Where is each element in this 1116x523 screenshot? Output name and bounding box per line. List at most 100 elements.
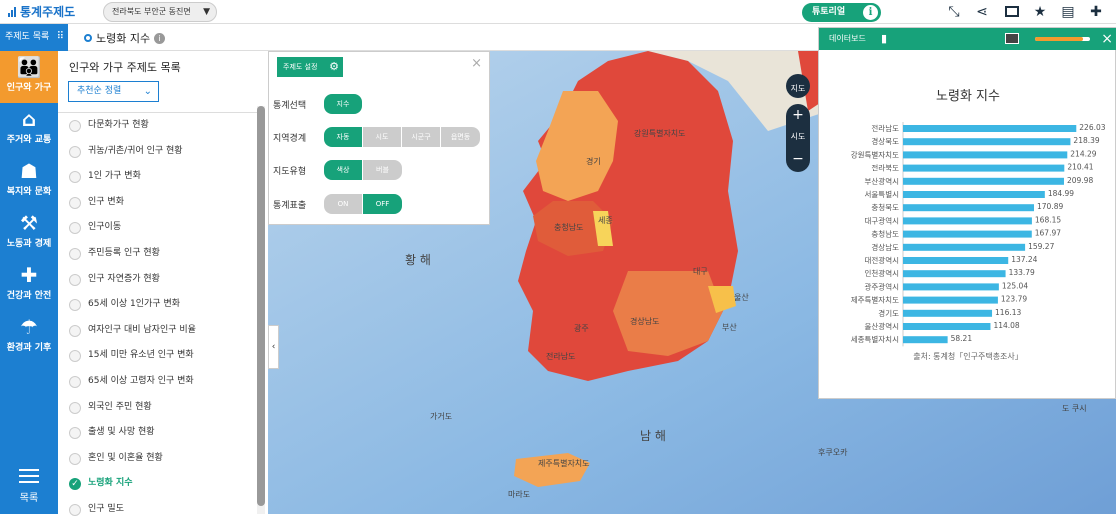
bar[interactable] — [903, 125, 1077, 132]
theme-list-item[interactable]: 다문화가구 현황 — [58, 113, 258, 139]
value-label: 210.41 — [1067, 163, 1093, 172]
settings-option-button[interactable]: OFF — [363, 194, 402, 214]
bar[interactable] — [903, 164, 1065, 172]
settings-tag[interactable]: 주제도 설정 ⚙ — [277, 57, 343, 77]
settings-option-button[interactable]: 버블 — [363, 160, 402, 180]
collapse-panel-button[interactable]: ‹ — [268, 325, 279, 369]
map-label: 광주 — [574, 324, 589, 333]
settings-option-button[interactable]: ON — [324, 194, 363, 214]
zoom-out-button[interactable]: − — [786, 148, 810, 170]
nav-list-button[interactable]: 목록 — [0, 465, 58, 504]
aging-index-chart: 전라남도 226.03 경상북도 218.39 강원특별자치도 214.29 전라북도 210… — [851, 122, 1106, 347]
value-label: 167.97 — [1035, 229, 1061, 238]
settings-option-button[interactable]: 시도 — [363, 127, 402, 147]
theme-list-item[interactable]: 인구 변화 — [58, 190, 258, 216]
nav-environment[interactable]: ☂ 환경과 기후 — [0, 311, 58, 363]
value-label: 137.24 — [1011, 255, 1037, 264]
theme-list-item[interactable]: 귀농/귀촌/귀어 인구 현황 — [58, 139, 258, 165]
settings-option-button[interactable]: 자동 — [324, 127, 363, 147]
radio-icon — [69, 273, 81, 286]
panel-scrollbar[interactable] — [257, 106, 265, 514]
close-icon[interactable]: × — [471, 56, 482, 71]
theme-list-item[interactable]: 65세 이상 고령자 인구 변화 — [58, 369, 258, 395]
settings-option-button[interactable]: 읍면동 — [441, 127, 480, 147]
image-icon[interactable] — [1003, 3, 1021, 21]
bar[interactable] — [903, 217, 1032, 225]
settings-option-button[interactable]: 색상 — [324, 160, 363, 180]
settings-option-button[interactable]: 지수 — [324, 94, 362, 114]
theme-list-label: 혼인 및 이혼율 현황 — [88, 452, 163, 463]
theme-list-label: 인구 변화 — [88, 196, 124, 207]
theme-list-item[interactable]: 혼인 및 이혼율 현황 — [58, 446, 258, 472]
help-icon[interactable]: i — [154, 32, 166, 44]
panel-title: 인구와 가구 주제도 목록 — [69, 61, 181, 74]
bar[interactable] — [903, 230, 1032, 238]
nav-labor[interactable]: ⚒ 노동과 경제 — [0, 207, 58, 259]
environment-icon: ☂ — [20, 315, 38, 339]
bar[interactable] — [903, 270, 1006, 278]
app-title: 통계주제도 — [20, 5, 76, 19]
zoom-in-button[interactable]: + — [786, 104, 810, 126]
theme-list-button[interactable]: 주제도 목록 ⠿ — [0, 24, 68, 51]
app-logo[interactable]: 통계주제도 — [8, 3, 75, 20]
region-select[interactable]: 전라북도 부안군 동진면 ▼ — [103, 2, 217, 22]
bar[interactable] — [903, 309, 993, 317]
value-label: 123.79 — [1001, 295, 1027, 304]
page-title: 노령화 지수 i — [84, 30, 166, 46]
map-type-label: 지도 — [790, 84, 806, 93]
bar[interactable] — [903, 296, 998, 304]
bar[interactable] — [903, 138, 1071, 146]
theme-list-item[interactable]: ✓ 노령화 지수 — [58, 471, 258, 497]
map-label: 부산 — [722, 323, 737, 332]
document-icon[interactable]: ▤ — [1059, 3, 1077, 21]
top-bar: 통계주제도 전라북도 부안군 동진면 ▼ 튜토리얼 i ⤡ ⋖ ★ ▤ ✚ — [0, 0, 1116, 24]
sort-select[interactable]: 추천순 정렬 ⌄ — [68, 81, 159, 102]
theme-list-item[interactable]: 여자인구 대비 남자인구 비율 — [58, 318, 258, 344]
theme-list-item[interactable]: 15세 미만 유소년 인구 변화 — [58, 343, 258, 369]
bar[interactable] — [903, 323, 991, 330]
nav-population[interactable]: 👪 인구와 가구 — [0, 51, 58, 103]
theme-list-item[interactable]: 1인 가구 변화 — [58, 164, 258, 190]
collapse-icon[interactable]: ⤡ — [945, 3, 963, 21]
bar[interactable] — [903, 177, 1064, 185]
bar[interactable] — [903, 191, 1045, 198]
nav-list-label: 목록 — [19, 493, 39, 504]
map-label: 제주특별자치도 — [538, 459, 590, 468]
theme-list-item[interactable]: 출생 및 사망 현황 — [58, 420, 258, 446]
house-car-icon: ⌂ — [21, 107, 37, 131]
tutorial-button[interactable]: 튜토리얼 i — [802, 3, 881, 22]
nav-housing[interactable]: ⌂ 주거와 교통 — [0, 103, 58, 155]
theme-list-item[interactable]: 65세 이상 1인가구 변화 — [58, 292, 258, 318]
theme-list-label: 다문화가구 현황 — [88, 120, 149, 130]
bar[interactable] — [903, 336, 948, 344]
sort-label: 추천순 정렬 — [77, 86, 122, 96]
category-label: 세종특별자치시 — [851, 334, 899, 344]
share-icon[interactable]: ⋖ — [973, 3, 991, 21]
theme-list-item[interactable]: 인구 자연증가 현황 — [58, 267, 258, 293]
close-icon[interactable]: × — [1101, 28, 1113, 50]
settings-option-button[interactable]: 시군구 — [402, 127, 441, 147]
theme-list-item[interactable]: 인구 밀도 — [58, 497, 258, 523]
theme-list-item[interactable]: 인구이동 — [58, 215, 258, 241]
theme-list-item[interactable]: 주민등록 인구 현황 — [58, 241, 258, 267]
bar[interactable] — [903, 257, 1009, 264]
theme-list-item[interactable]: 외국인 주민 현황 — [58, 395, 258, 421]
add-user-icon[interactable]: ✚ — [1087, 3, 1105, 21]
nav-label: 인구와 가구 — [6, 83, 52, 93]
bar[interactable] — [903, 151, 1068, 159]
category-label: 울산광역시 — [865, 321, 900, 331]
scroll-thumb[interactable] — [257, 106, 265, 506]
nav-health[interactable]: ✚ 건강과 안전 — [0, 259, 58, 311]
nav-welfare[interactable]: ☗ 복지와 문화 — [0, 155, 58, 207]
bar[interactable] — [903, 204, 1035, 212]
map-type-button[interactable]: 지도 — [786, 74, 810, 98]
category-label: 경상북도 — [871, 136, 899, 146]
theme-settings-panel: 주제도 설정 ⚙ × 통계선택 지수 지역경계 자동 시도 시군구 읍면동 지도유형 색상 버블 통… — [268, 51, 490, 225]
bar[interactable] — [903, 243, 1026, 251]
category-label: 대구광역시 — [865, 215, 900, 225]
opacity-slider[interactable] — [1035, 37, 1090, 41]
bar[interactable] — [903, 283, 999, 291]
image-icon[interactable] — [1005, 33, 1019, 44]
theme-list: 다문화가구 현황귀농/귀촌/귀어 인구 현황 1인 가구 변화인구 변화인구이동 주… — [58, 112, 258, 523]
star-icon[interactable]: ★ — [1031, 3, 1049, 21]
